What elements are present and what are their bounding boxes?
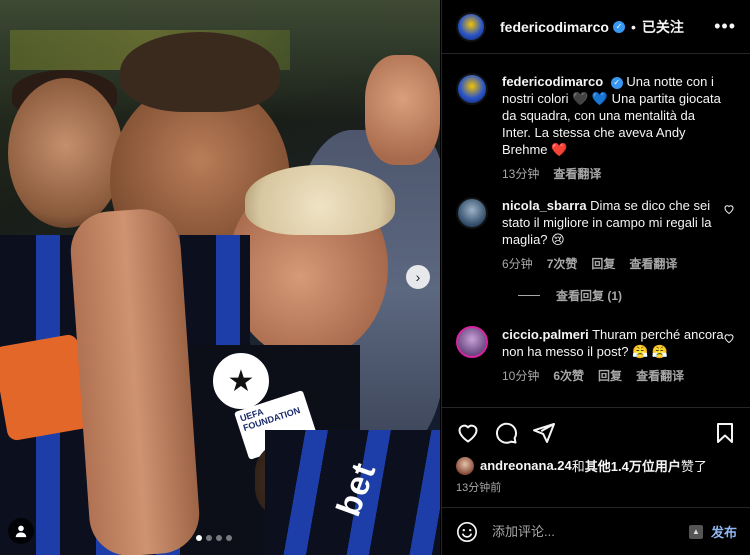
likes-summary: andreonana.24 和 其他1.4万位用户 赞了: [456, 456, 746, 475]
post-photo: UEFA FOUNDATION bet ›: [0, 0, 440, 555]
caption-time: 13分钟: [502, 167, 540, 181]
likes-conj: 和: [571, 459, 585, 474]
avatar[interactable]: [456, 11, 486, 42]
player-blond-hair: [245, 165, 395, 235]
comment-username[interactable]: ciccio.palmeri: [502, 327, 589, 342]
comment-username[interactable]: nicola_sbarra: [502, 198, 587, 213]
action-bar: [442, 407, 750, 457]
following-button[interactable]: 已关注: [642, 17, 684, 37]
heart-icon[interactable]: [723, 203, 735, 215]
post-side-panel: federicodimarco ✓ • 已关注 ••• federicodima…: [441, 0, 750, 555]
reply-button[interactable]: 回复: [591, 256, 615, 273]
likes-suffix: 赞了: [680, 459, 707, 474]
user-icon: [15, 525, 27, 538]
avatar[interactable]: [456, 326, 488, 358]
verified-icon: ✓: [612, 20, 625, 33]
reply-button[interactable]: 回复: [598, 368, 622, 385]
verified-icon: ✓: [610, 76, 623, 89]
carousel-dot: [196, 535, 202, 541]
comment-likes[interactable]: 7次赞: [547, 256, 578, 273]
post-button[interactable]: 发布: [711, 522, 737, 541]
comment-time: 6分钟: [502, 257, 533, 271]
gif-icon[interactable]: ▲: [688, 524, 703, 539]
translate-link[interactable]: 查看翻译: [553, 166, 601, 183]
caption-username[interactable]: federicodimarco: [502, 74, 603, 89]
view-replies-label: 查看回复 (1): [556, 289, 623, 303]
comments-list[interactable]: federicodimarco ✓ Una notte con i nostri…: [442, 55, 750, 407]
share-icon[interactable]: [532, 421, 556, 445]
avatar[interactable]: [456, 456, 474, 475]
like-heart-icon[interactable]: [456, 421, 480, 445]
bookmark-icon[interactable]: [713, 421, 737, 445]
carousel-next-button[interactable]: ›: [406, 265, 430, 289]
translate-link[interactable]: 查看翻译: [636, 368, 684, 385]
translate-link[interactable]: 查看翻译: [629, 256, 677, 273]
more-options-button[interactable]: •••: [714, 16, 736, 37]
likes-user[interactable]: andreonana.24: [480, 458, 572, 473]
carousel-dot: [206, 535, 212, 541]
header-separator: •: [630, 18, 636, 35]
comment-likes[interactable]: 6次赞: [553, 368, 584, 385]
header-username[interactable]: federicodimarco: [500, 19, 609, 35]
avatar[interactable]: [456, 73, 488, 105]
raised-fist: [365, 55, 440, 165]
replies-divider: [518, 295, 540, 296]
likes-others[interactable]: 其他1.4万位用户: [585, 456, 681, 475]
comment-time: 10分钟: [502, 369, 540, 383]
comment: ciccio.palmeri Thuram perché ancora non …: [456, 326, 737, 385]
carousel-dot: [226, 535, 232, 541]
chevron-right-icon: ›: [415, 269, 421, 285]
caption: federicodimarco ✓ Una notte con i nostri…: [456, 73, 737, 183]
post-header: federicodimarco ✓ • 已关注 •••: [442, 0, 750, 54]
player-center-hair: [120, 32, 280, 112]
post-time: 13分钟前: [456, 482, 502, 494]
comment-input[interactable]: [492, 524, 682, 539]
avatar[interactable]: [456, 197, 488, 229]
carousel-indicator: [196, 535, 232, 541]
comment-icon[interactable]: [494, 421, 518, 445]
comment: nicola_sbarra Dima se dico che sei stato…: [456, 197, 737, 273]
comment-composer: ▲ 发布: [442, 507, 750, 555]
player-left-face: [8, 78, 123, 228]
emoji-icon[interactable]: [456, 521, 478, 543]
carousel-dot: [216, 535, 222, 541]
heart-icon[interactable]: [723, 332, 735, 344]
tagged-users-button[interactable]: [8, 518, 34, 544]
view-replies-button[interactable]: 查看回复 (1): [518, 287, 737, 304]
